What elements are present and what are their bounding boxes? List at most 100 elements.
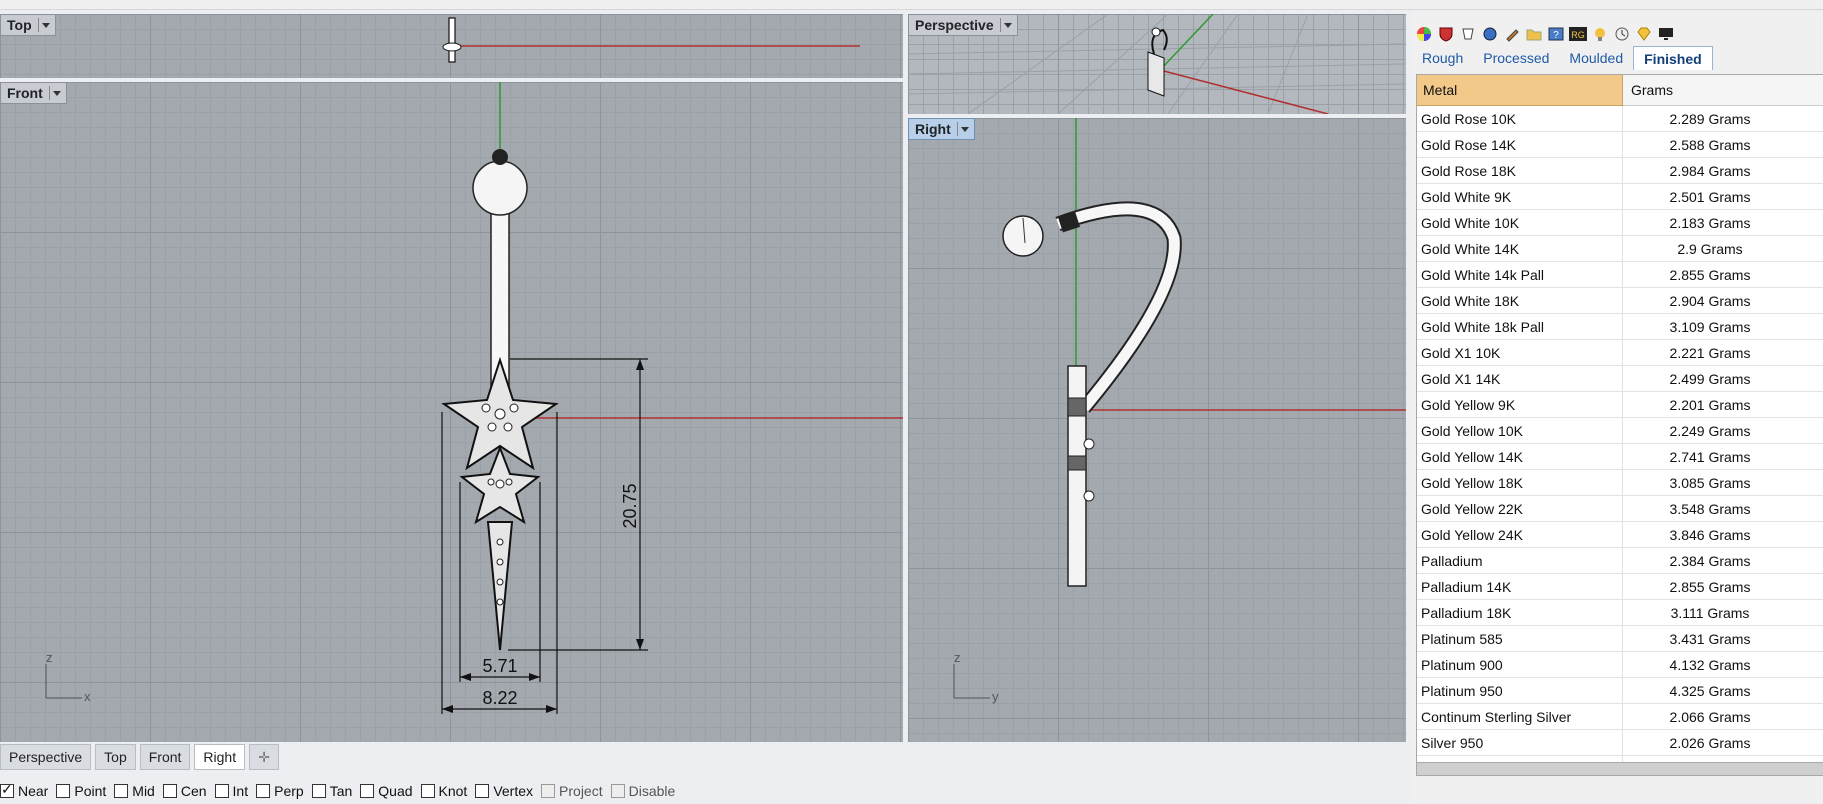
osnap-checkbox[interactable] [541, 784, 556, 798]
table-row[interactable]: Gold White 14K 2.9 Grams [1417, 235, 1823, 262]
table-row[interactable]: Gold Yellow 18K 3.085 Grams [1417, 469, 1823, 496]
tab-rough[interactable]: Rough [1412, 46, 1473, 70]
viewport-label-perspective[interactable]: Perspective [908, 14, 1018, 36]
osnap-checkbox[interactable] [114, 784, 129, 798]
osnap-int[interactable]: Int [214, 783, 248, 799]
grams-cell: 2.904 Grams [1622, 287, 1823, 314]
table-row[interactable]: Gold Yellow 10K 2.249 Grams [1417, 417, 1823, 444]
table-row[interactable]: Gold White 18k Pall 3.109 Grams [1417, 313, 1823, 340]
osnap-quad[interactable]: Quad [360, 783, 413, 799]
viewport-tabs: Perspective Top Front Right ✛ [0, 744, 280, 770]
chevron-down-icon[interactable] [956, 122, 970, 136]
tab-top[interactable]: Top [95, 744, 136, 770]
table-row[interactable]: Palladium 2.384 Grams [1417, 547, 1823, 574]
table-row[interactable]: Platinum 900 4.132 Grams [1417, 651, 1823, 678]
table-row[interactable]: Gold Yellow 22K 3.548 Grams [1417, 495, 1823, 522]
osnap-mid[interactable]: Mid [114, 783, 155, 799]
osnap-point[interactable]: Point [56, 783, 106, 799]
osnap-label: Cen [180, 783, 207, 799]
osnap-checkbox[interactable] [610, 784, 625, 798]
top-view-drawing [442, 17, 860, 63]
sphere-icon[interactable] [1480, 24, 1500, 44]
plus-icon[interactable]: ✛ [249, 744, 280, 770]
table-row[interactable]: Gold White 9K 2.501 Grams [1417, 183, 1823, 210]
osnap-disable[interactable]: Disable [610, 783, 675, 799]
help-icon[interactable]: ? [1546, 24, 1566, 44]
viewport-top[interactable]: Top [0, 14, 903, 78]
metal-cell: Gold White 14K [1417, 235, 1623, 262]
osnap-checkbox[interactable] [360, 784, 375, 798]
tab-right[interactable]: Right [194, 744, 246, 770]
chevron-down-icon[interactable] [48, 86, 62, 100]
osnap-checkbox[interactable] [162, 784, 177, 798]
grams-cell: 2.066 Grams [1622, 703, 1823, 730]
pen-icon[interactable] [1502, 24, 1522, 44]
gem-icon[interactable] [1634, 24, 1654, 44]
table-row[interactable]: Continum Sterling Silver 2.066 Grams [1417, 703, 1823, 730]
viewport-right[interactable]: z y Right [908, 118, 1406, 742]
monitor-icon[interactable] [1656, 24, 1676, 44]
table-row[interactable]: Gold Yellow 24K 3.846 Grams [1417, 521, 1823, 548]
osnap-perp[interactable]: Perp [256, 783, 304, 799]
chevron-down-icon[interactable] [37, 18, 51, 32]
table-row[interactable]: Gold X1 10K 2.221 Grams [1417, 339, 1823, 366]
shield-icon[interactable] [1436, 24, 1456, 44]
tab-perspective[interactable]: Perspective [0, 744, 92, 770]
weight-table: Metal Grams Gold Rose 10K 2.289 Grams Gold… [1417, 75, 1823, 763]
grams-cell: 3.548 Grams [1622, 495, 1823, 522]
osnap-tan[interactable]: Tan [311, 783, 353, 799]
viewport-label-right[interactable]: Right [908, 118, 975, 140]
osnap-project[interactable]: Project [541, 783, 603, 799]
table-row[interactable]: Silver 950 2.026 Grams [1417, 729, 1823, 756]
table-row[interactable]: Platinum 585 3.431 Grams [1417, 625, 1823, 652]
table-row[interactable]: Platinum 950 4.325 Grams [1417, 677, 1823, 704]
table-row[interactable]: Gold Rose 18K 2.984 Grams [1417, 157, 1823, 184]
osnap-checkbox[interactable] [56, 784, 71, 798]
bulb-icon[interactable] [1590, 24, 1610, 44]
osnap-vertex[interactable]: Vertex [475, 783, 533, 799]
tab-moulded[interactable]: Moulded [1559, 46, 1633, 70]
table-row[interactable]: Gold Rose 14K 2.588 Grams [1417, 131, 1823, 158]
osnap-near[interactable]: Near [0, 781, 48, 799]
osnap-checkbox[interactable] [420, 784, 435, 798]
rg-icon[interactable]: RG [1568, 24, 1588, 44]
color-wheel-icon[interactable] [1414, 24, 1434, 44]
metal-cell: Palladium 18K [1417, 599, 1623, 626]
osnap-checkbox[interactable] [214, 784, 229, 798]
osnap-label: Mid [132, 783, 155, 799]
viewport-perspective[interactable]: Perspective [908, 14, 1406, 114]
table-row[interactable]: Gold Yellow 9K 2.201 Grams [1417, 391, 1823, 418]
viewport-label-front[interactable]: Front [0, 82, 67, 104]
chevron-down-icon[interactable] [999, 18, 1013, 32]
table-row[interactable]: Gold X1 14K 2.499 Grams [1417, 365, 1823, 392]
osnap-checkbox[interactable] [256, 784, 271, 798]
metal-state-tabs: Rough Processed Moulded Finished [1412, 46, 1713, 70]
column-header-grams[interactable]: Grams [1622, 75, 1823, 106]
viewport-front[interactable]: 20.75 5.71 8.22 z x Front [0, 82, 903, 742]
osnap-cen[interactable]: Cen [162, 783, 207, 799]
table-row[interactable]: Gold White 10K 2.183 Grams [1417, 209, 1823, 236]
folder-icon[interactable] [1524, 24, 1544, 44]
osnap-checkbox[interactable] [475, 784, 490, 798]
clock-icon[interactable] [1612, 24, 1632, 44]
table-row[interactable]: Palladium 18K 3.111 Grams [1417, 599, 1823, 626]
table-row[interactable]: Gold White 18K 2.904 Grams [1417, 287, 1823, 314]
table-row[interactable]: Palladium 14K 2.855 Grams [1417, 573, 1823, 600]
metal-cell: Gold X1 14K [1417, 365, 1623, 392]
horizontal-scrollbar[interactable] [1416, 762, 1823, 776]
cup-icon[interactable] [1458, 24, 1478, 44]
osnap-label: Tan [329, 783, 353, 799]
table-row[interactable]: Gold Rose 10K 2.289 Grams [1417, 105, 1823, 132]
x-axis-line [1159, 69, 1329, 114]
osnap-knot[interactable]: Knot [420, 783, 467, 799]
osnap-checkbox[interactable] [0, 781, 14, 798]
table-row[interactable]: Gold Yellow 14K 2.741 Grams [1417, 443, 1823, 470]
tab-front[interactable]: Front [139, 744, 191, 770]
tab-processed[interactable]: Processed [1473, 46, 1559, 70]
grams-cell: 3.431 Grams [1622, 625, 1823, 652]
tab-finished[interactable]: Finished [1633, 46, 1713, 70]
table-row[interactable]: Gold White 14k Pall 2.855 Grams [1417, 261, 1823, 288]
osnap-checkbox[interactable] [311, 784, 326, 798]
column-header-metal[interactable]: Metal [1417, 75, 1623, 106]
viewport-label-top[interactable]: Top [0, 14, 56, 36]
